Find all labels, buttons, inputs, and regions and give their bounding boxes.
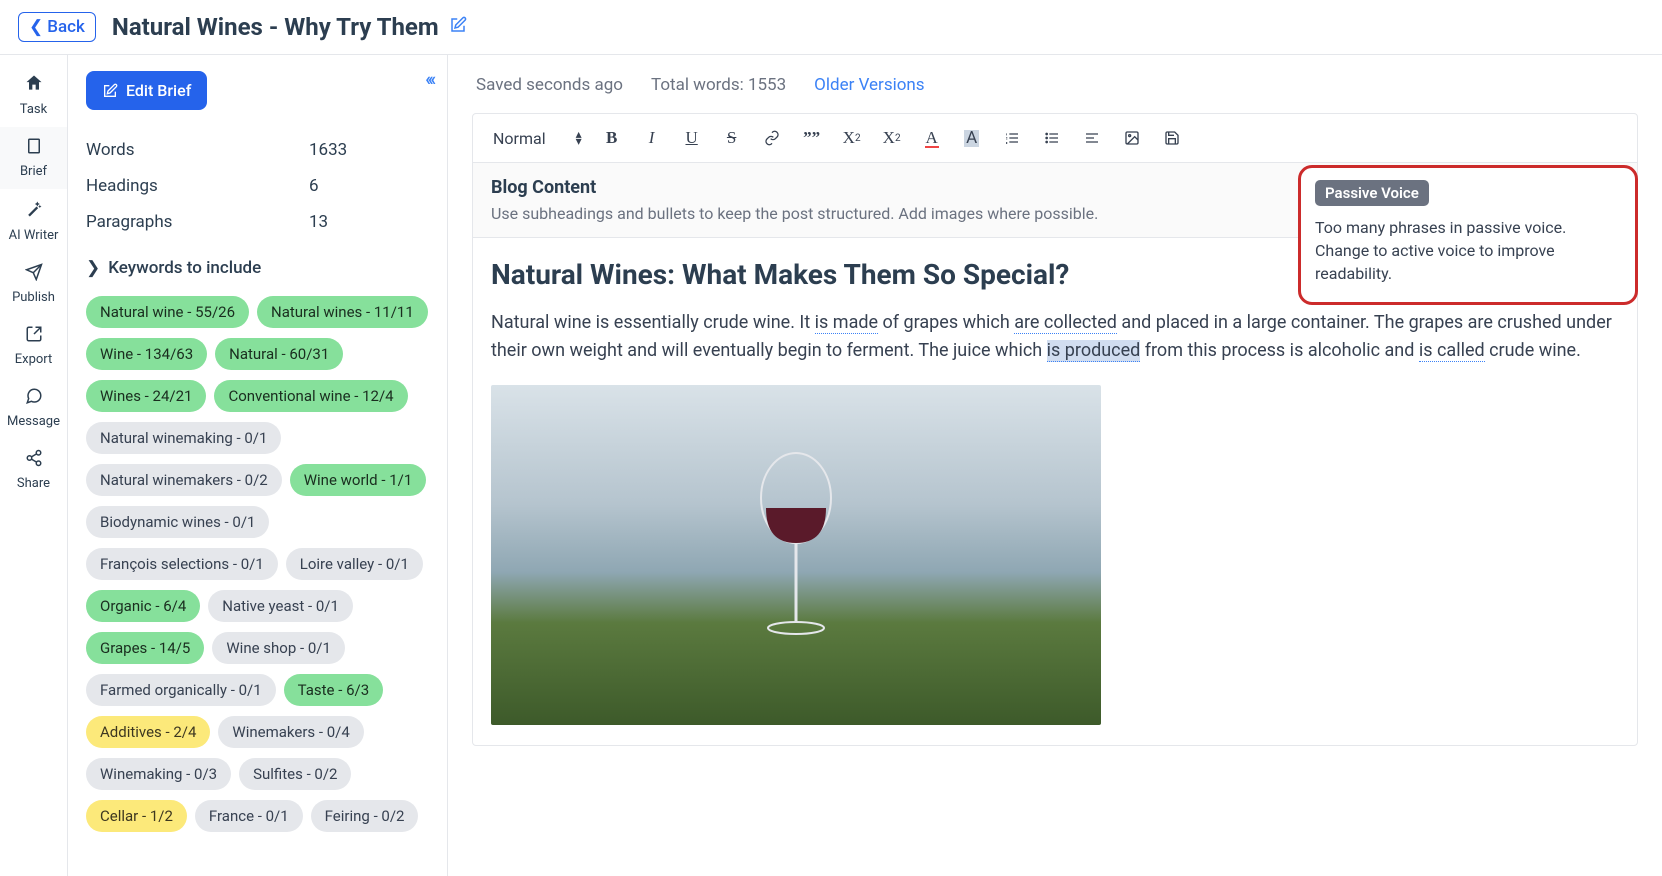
nav-item-publish[interactable]: Publish [0,253,67,315]
keyword-pill[interactable]: Winemakers - 0/4 [218,716,363,748]
keyword-pill[interactable]: Wine shop - 0/1 [212,632,345,664]
total-words: Total words: 1553 [651,75,786,95]
align-button[interactable] [1074,122,1110,154]
underline-button[interactable]: U [674,122,710,154]
content-paragraph: Natural wine is essentially crude wine. … [491,309,1619,365]
readability-tip-card: Passive Voice Too many phrases in passiv… [1298,165,1638,305]
passive-phrase: is called [1419,340,1485,362]
unordered-list-button[interactable] [1034,122,1070,154]
topbar: ❮ Back Natural Wines - Why Try Them [0,0,1662,55]
chevron-right-icon: ❯ [86,258,100,278]
stat-paragraphs: Paragraphs 13 [86,204,429,240]
keyword-pill[interactable]: Taste - 6/3 [284,674,384,706]
keyword-pill[interactable]: Farmed organically - 0/1 [86,674,276,706]
saved-status: Saved seconds ago [476,75,623,95]
ordered-list-button[interactable] [994,122,1030,154]
select-arrows-icon: ▴▾ [576,131,582,145]
passive-phrase: are collected [1014,312,1117,334]
quote-button[interactable]: ”” [794,122,830,154]
keyword-pill[interactable]: Biodynamic wines - 0/1 [86,506,269,538]
tip-badge: Passive Voice [1315,180,1429,206]
nav-rail: Task Brief AI Writer Publish Export Mess… [0,55,68,876]
keyword-pill[interactable]: Natural wines - 11/11 [257,296,428,328]
stat-words: Words 1633 [86,132,429,168]
bold-button[interactable]: B [594,122,630,154]
content-image[interactable] [491,385,1101,725]
older-versions-link[interactable]: Older Versions [814,75,924,95]
main-editor: Saved seconds ago Total words: 1553 Olde… [448,55,1662,876]
passive-phrase: is made [815,312,878,334]
page-title: Natural Wines - Why Try Them [112,13,467,41]
home-icon [24,73,44,98]
back-label: Back [47,17,85,37]
subscript-button[interactable]: X2 [834,122,870,154]
share-icon [25,449,43,472]
content-body[interactable]: Natural Wines: What Makes Them So Specia… [473,238,1637,745]
keyword-pill[interactable]: Loire valley - 0/1 [286,548,423,580]
send-icon [25,263,43,286]
edit-title-icon[interactable] [449,16,467,39]
keyword-pill[interactable]: Natural winemaking - 0/1 [86,422,281,454]
keyword-pill[interactable]: Natural - 60/31 [215,338,343,370]
nav-item-task[interactable]: Task [0,63,67,127]
editor-toolbar: Normal ▴▾ B I U S ”” X2 X2 A A [473,114,1637,163]
italic-button[interactable]: I [634,122,670,154]
link-button[interactable] [754,122,790,154]
save-button[interactable] [1154,122,1190,154]
wine-glass-icon [746,448,846,648]
nav-item-export[interactable]: Export [0,315,67,377]
nav-item-message[interactable]: Message [0,377,67,439]
keyword-pill[interactable]: Feiring - 0/2 [311,800,419,832]
strikethrough-button[interactable]: S [714,122,750,154]
tip-text: Too many phrases in passive voice. Chang… [1315,216,1621,286]
keyword-pill[interactable]: Native yeast - 0/1 [208,590,353,622]
document-icon [25,137,43,160]
keyword-pill[interactable]: Wine - 134/63 [86,338,207,370]
nav-item-share[interactable]: Share [0,439,67,501]
keyword-pill[interactable]: France - 0/1 [195,800,303,832]
keyword-pill[interactable]: Sulfites - 0/2 [239,758,351,790]
keyword-pill[interactable]: Grapes - 14/5 [86,632,204,664]
wand-icon [24,199,44,224]
keyword-pill[interactable]: Wine world - 1/1 [290,464,427,496]
keyword-pill[interactable]: Conventional wine - 12/4 [214,380,407,412]
sidebar: ‹‹‹ Edit Brief Words 1633 Headings 6 Par… [68,55,448,876]
image-button[interactable] [1114,122,1150,154]
keyword-pill[interactable]: Natural winemakers - 0/2 [86,464,282,496]
keyword-pill[interactable]: Organic - 6/4 [86,590,200,622]
keyword-list: Natural wine - 55/26Natural wines - 11/1… [86,296,429,832]
chat-icon [25,387,43,410]
highlight-button[interactable]: A [954,122,990,154]
collapse-sidebar-icon[interactable]: ‹‹‹ [425,69,433,90]
keyword-pill[interactable]: Natural wine - 55/26 [86,296,249,328]
superscript-button[interactable]: X2 [874,122,910,154]
passive-phrase-highlighted: is produced [1047,340,1141,362]
edit-brief-button[interactable]: Edit Brief [86,71,207,110]
text-color-button[interactable]: A [914,122,950,154]
stat-headings: Headings 6 [86,168,429,204]
nav-item-brief[interactable]: Brief [0,127,67,189]
edit-icon [102,83,118,99]
keyword-pill[interactable]: Winemaking - 0/3 [86,758,231,790]
keyword-pill[interactable]: Wines - 24/21 [86,380,206,412]
export-icon [25,325,43,348]
back-button[interactable]: ❮ Back [18,12,96,42]
keyword-pill[interactable]: François selections - 0/1 [86,548,278,580]
keywords-toggle[interactable]: ❯ Keywords to include [86,258,429,278]
keyword-pill[interactable]: Additives - 2/4 [86,716,210,748]
keyword-pill[interactable]: Cellar - 1/2 [86,800,187,832]
meta-row: Saved seconds ago Total words: 1553 Olde… [472,75,1662,113]
nav-item-ai-writer[interactable]: AI Writer [0,189,67,253]
format-select[interactable]: Normal ▴▾ [485,125,590,152]
chevron-left-icon: ❮ [29,17,43,37]
